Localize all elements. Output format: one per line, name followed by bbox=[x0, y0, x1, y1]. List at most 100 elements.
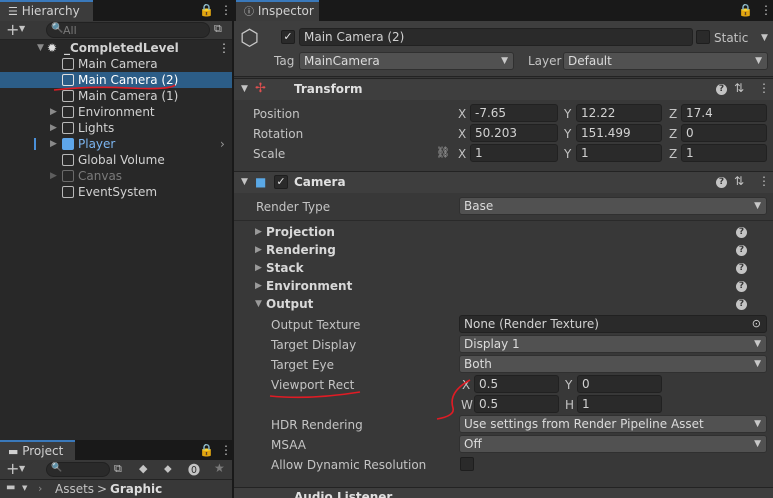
msaa-dropdown[interactable]: Off ▼ bbox=[459, 435, 767, 453]
tab-hierarchy[interactable]: ☰ Hierarchy bbox=[0, 0, 93, 21]
star-icon[interactable]: ★ bbox=[214, 461, 225, 475]
audio-listener-header[interactable]: Audio Listener bbox=[234, 487, 773, 498]
link-icon[interactable]: ⛓ bbox=[436, 146, 450, 159]
scale-z-field[interactable]: 1 bbox=[681, 144, 767, 162]
tag-dropdown[interactable]: MainCamera ▼ bbox=[299, 52, 514, 70]
object-active-checkbox[interactable]: ✓ bbox=[281, 30, 295, 44]
kebab-menu-icon[interactable]: ⋮ bbox=[758, 174, 770, 188]
hierarchy-item[interactable]: Global Volume bbox=[0, 152, 232, 168]
scene-root[interactable]: ▼ ✹ _CompletedLevel ⋮ bbox=[0, 40, 232, 56]
axis-z-label[interactable]: Z bbox=[669, 106, 677, 122]
presets-icon[interactable]: ⇅ bbox=[734, 174, 744, 188]
section-environment[interactable]: Environment bbox=[266, 278, 352, 294]
hierarchy-search-input[interactable]: 🔍 All bbox=[46, 22, 210, 38]
position-x-field[interactable]: -7.65 bbox=[470, 104, 558, 122]
object-name-input[interactable]: Main Camera (2) bbox=[299, 28, 693, 46]
section-rendering[interactable]: Rendering bbox=[266, 242, 336, 258]
help-icon[interactable]: ? bbox=[736, 245, 747, 256]
help-icon[interactable]: ? bbox=[716, 84, 727, 95]
rotation-y-field[interactable]: 151.499 bbox=[576, 124, 662, 142]
section-projection[interactable]: Projection bbox=[266, 224, 335, 240]
expand-arrow-icon[interactable]: ▶ bbox=[50, 120, 57, 136]
filter-type-icon[interactable]: ◆ bbox=[139, 462, 147, 475]
target-display-dropdown[interactable]: Display 1 ▼ bbox=[459, 335, 767, 353]
hierarchy-item[interactable]: ▶ Lights bbox=[0, 120, 232, 136]
tab-project[interactable]: ▬ Project bbox=[0, 440, 75, 460]
camera-header[interactable]: ▼ ■ ✓ Camera ? ⇅ ⋮ bbox=[234, 171, 773, 193]
axis-y-label[interactable]: Y bbox=[564, 106, 571, 122]
chevron-down-icon[interactable]: ▼ bbox=[761, 33, 768, 43]
section-output[interactable]: Output bbox=[266, 296, 313, 312]
expand-arrow-icon[interactable]: ▼ bbox=[37, 40, 44, 56]
chevron-right-icon[interactable]: ▶ bbox=[255, 278, 262, 294]
expand-arrow-icon[interactable]: ▶ bbox=[50, 136, 57, 152]
transform-header[interactable]: ▼ ✢ Transform ? ⇅ ⋮ bbox=[234, 78, 773, 100]
camera-enabled-checkbox[interactable]: ✓ bbox=[274, 175, 288, 189]
axis-h-label[interactable]: H bbox=[565, 397, 574, 413]
axis-x-label[interactable]: X bbox=[458, 146, 466, 162]
kebab-menu-icon[interactable]: ⋮ bbox=[220, 443, 232, 457]
chevron-right-icon[interactable]: ▶ bbox=[255, 242, 262, 258]
chevron-right-icon[interactable]: ▶ bbox=[255, 260, 262, 276]
chevron-down-icon[interactable]: ▼ bbox=[19, 464, 25, 473]
chevron-right-icon[interactable]: › bbox=[220, 136, 225, 152]
help-icon[interactable]: ? bbox=[736, 281, 747, 292]
hierarchy-item[interactable]: ▶ Player › bbox=[0, 136, 232, 152]
kebab-menu-icon[interactable]: ⋮ bbox=[760, 3, 772, 17]
project-search-input[interactable]: 🔍 bbox=[46, 462, 110, 477]
axis-y-label[interactable]: Y bbox=[565, 377, 572, 393]
axis-y-label[interactable]: Y bbox=[564, 126, 571, 142]
search-scene-icon[interactable]: ⧉ bbox=[114, 462, 122, 476]
scale-x-field[interactable]: 1 bbox=[470, 144, 558, 162]
help-icon[interactable]: ? bbox=[736, 227, 747, 238]
kebab-menu-icon[interactable]: ⋮ bbox=[218, 40, 230, 56]
render-type-dropdown[interactable]: Base ▼ bbox=[459, 197, 767, 215]
chevron-down-icon[interactable]: ▼ bbox=[255, 296, 262, 312]
viewport-x-field[interactable]: 0.5 bbox=[474, 375, 559, 393]
target-eye-dropdown[interactable]: Both ▼ bbox=[459, 355, 767, 373]
chevron-down-icon[interactable]: ▼ bbox=[19, 24, 25, 33]
help-icon[interactable]: ? bbox=[716, 177, 727, 188]
hdr-rendering-dropdown[interactable]: Use settings from Render Pipeline Asset … bbox=[459, 415, 767, 433]
kebab-menu-icon[interactable]: ⋮ bbox=[220, 3, 232, 17]
axis-z-label[interactable]: Z bbox=[669, 146, 677, 162]
expand-arrow-icon[interactable]: ▶ bbox=[50, 168, 57, 184]
viewport-w-field[interactable]: 0.5 bbox=[474, 395, 559, 413]
hierarchy-item[interactable]: Main Camera bbox=[0, 56, 232, 72]
breadcrumb-current[interactable]: Graphic bbox=[110, 482, 162, 496]
object-picker-icon[interactable]: ⊙ bbox=[752, 316, 761, 332]
hierarchy-item[interactable]: EventSystem bbox=[0, 184, 232, 200]
axis-x-label[interactable]: X bbox=[458, 126, 466, 142]
hierarchy-item[interactable]: ▶ Canvas bbox=[0, 168, 232, 184]
help-icon[interactable]: ? bbox=[736, 299, 747, 310]
add-icon[interactable]: + bbox=[6, 459, 19, 478]
tab-inspector[interactable]: ⓘ Inspector bbox=[236, 0, 319, 21]
position-y-field[interactable]: 12.22 bbox=[576, 104, 662, 122]
help-icon[interactable]: ? bbox=[736, 263, 747, 274]
expand-arrow-icon[interactable]: ▶ bbox=[50, 104, 57, 120]
rotation-z-field[interactable]: 0 bbox=[681, 124, 767, 142]
axis-z-label[interactable]: Z bbox=[669, 126, 677, 142]
scene-search-icon[interactable]: ⧉ bbox=[214, 22, 222, 36]
tag-icon[interactable]: ⬥ bbox=[164, 462, 172, 476]
lock-icon[interactable]: 🔒 bbox=[738, 3, 753, 17]
hierarchy-item[interactable]: ▶ Environment bbox=[0, 104, 232, 120]
section-stack[interactable]: Stack bbox=[266, 260, 304, 276]
layer-dropdown[interactable]: Default ▼ bbox=[563, 52, 768, 70]
viewport-h-field[interactable]: 1 bbox=[577, 395, 662, 413]
presets-icon[interactable]: ⇅ bbox=[734, 81, 744, 95]
rotation-x-field[interactable]: 50.203 bbox=[470, 124, 558, 142]
kebab-menu-icon[interactable]: ⋮ bbox=[758, 81, 770, 95]
scale-y-field[interactable]: 1 bbox=[576, 144, 662, 162]
warning-icon[interactable]: ⓿ bbox=[188, 461, 200, 478]
add-icon[interactable]: + bbox=[6, 20, 19, 39]
lock-icon[interactable]: 🔒 bbox=[199, 3, 214, 17]
chevron-right-icon[interactable]: ▶ bbox=[255, 224, 262, 240]
output-texture-field[interactable]: None (Render Texture) ⊙ bbox=[459, 315, 767, 333]
chevron-down-icon[interactable]: ▼ bbox=[22, 484, 27, 492]
viewport-y-field[interactable]: 0 bbox=[577, 375, 662, 393]
lock-icon[interactable]: 🔒 bbox=[199, 443, 214, 457]
static-checkbox[interactable] bbox=[696, 30, 710, 44]
breadcrumb-root[interactable]: Assets bbox=[55, 482, 94, 496]
position-z-field[interactable]: 17.4 bbox=[681, 104, 767, 122]
